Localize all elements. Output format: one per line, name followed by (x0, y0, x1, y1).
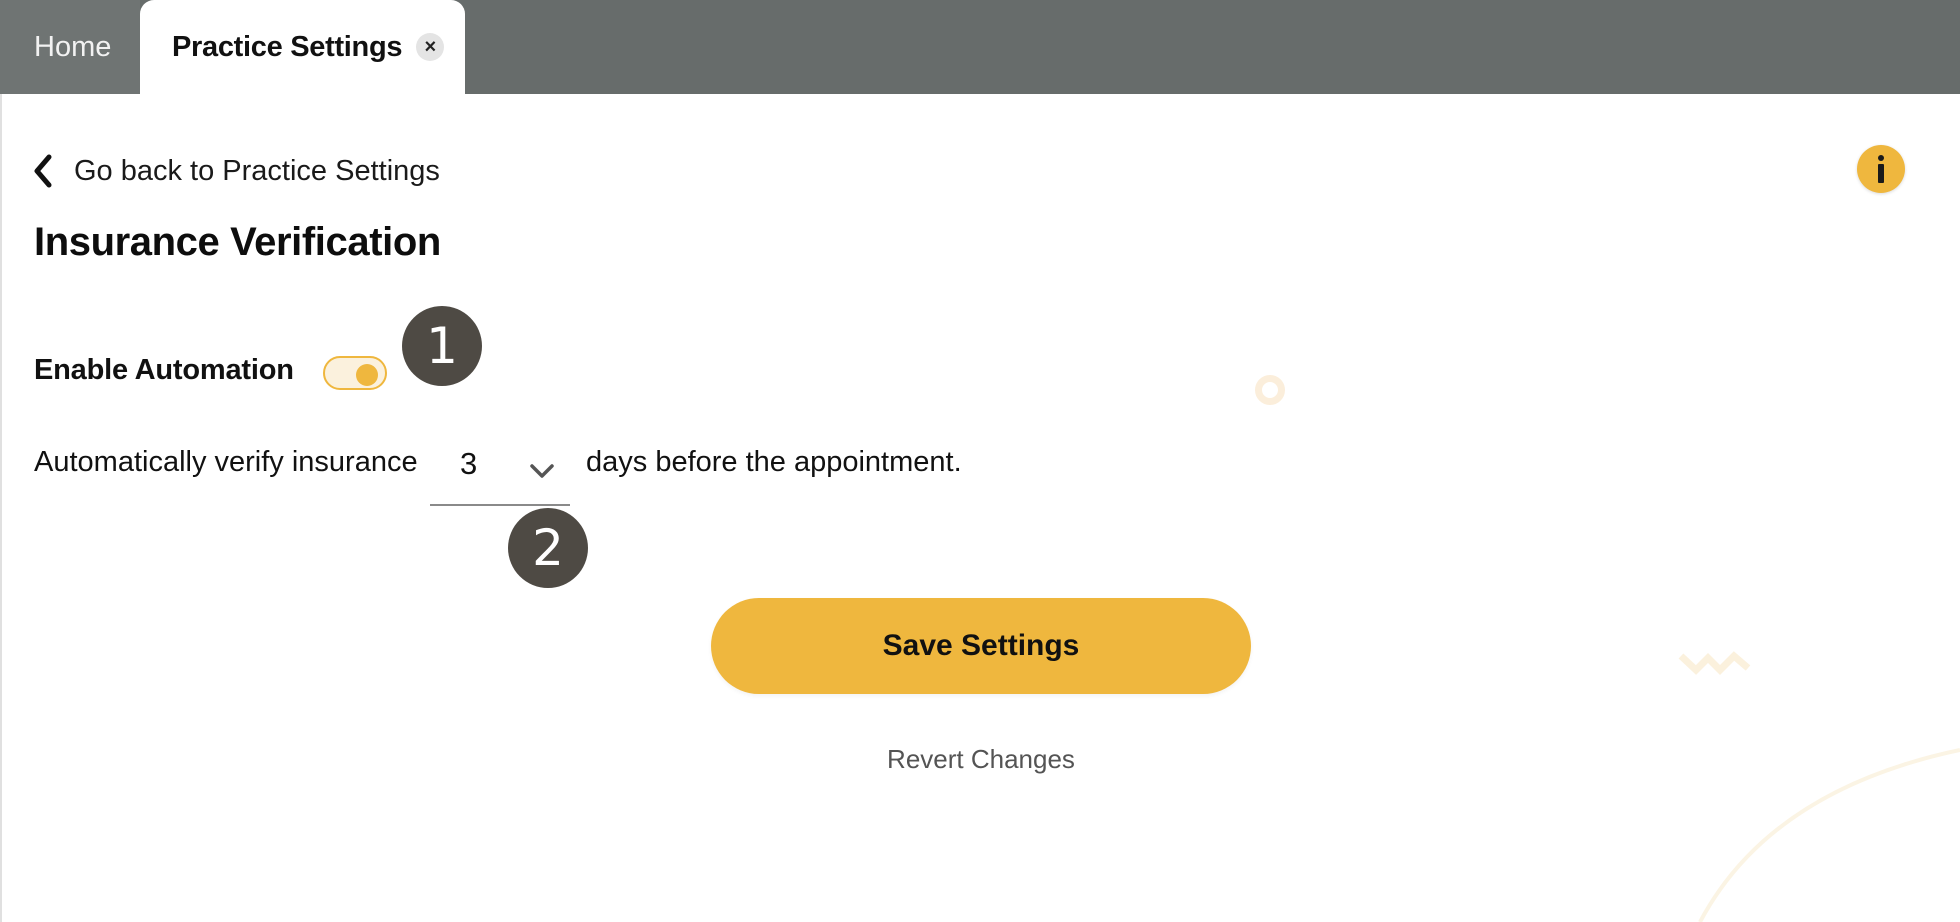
save-settings-button[interactable]: Save Settings (711, 598, 1251, 694)
tab-home-label: Home (34, 30, 112, 63)
left-border (0, 94, 2, 922)
enable-automation-label: Enable Automation (34, 354, 294, 386)
decorative-ring (1255, 375, 1285, 405)
chevron-down-icon (530, 464, 554, 478)
tab-home[interactable]: Home (0, 0, 140, 94)
toggle-knob (356, 364, 378, 386)
decorative-arc (1698, 748, 1960, 922)
info-button[interactable] (1857, 145, 1905, 193)
verify-suffix-text: days before the appointment. (586, 446, 962, 478)
chevron-left-icon (34, 154, 52, 188)
revert-changes-link[interactable]: Revert Changes (0, 744, 1960, 775)
page-title: Insurance Verification (34, 220, 441, 264)
verify-row: Automatically verify insurance 3 days be… (34, 440, 1034, 506)
verify-prefix-text: Automatically verify insurance (34, 446, 418, 478)
close-icon[interactable]: × (416, 33, 445, 61)
step-badge-1: 1 (402, 306, 482, 386)
tab-practice-settings[interactable]: Practice Settings × (140, 0, 465, 94)
back-link-label: Go back to Practice Settings (74, 154, 440, 187)
info-icon (1878, 155, 1884, 183)
days-select[interactable]: 3 (430, 440, 570, 506)
tab-practice-settings-label: Practice Settings (172, 30, 403, 63)
decorative-zigzag (1678, 651, 1751, 675)
back-link[interactable]: Go back to Practice Settings (32, 154, 440, 188)
automation-row: Enable Automation (34, 354, 387, 390)
days-select-value: 3 (460, 446, 478, 481)
step-badge-2: 2 (508, 508, 588, 588)
enable-automation-toggle[interactable] (323, 356, 387, 390)
tab-bar: Home Practice Settings × (0, 0, 1960, 94)
